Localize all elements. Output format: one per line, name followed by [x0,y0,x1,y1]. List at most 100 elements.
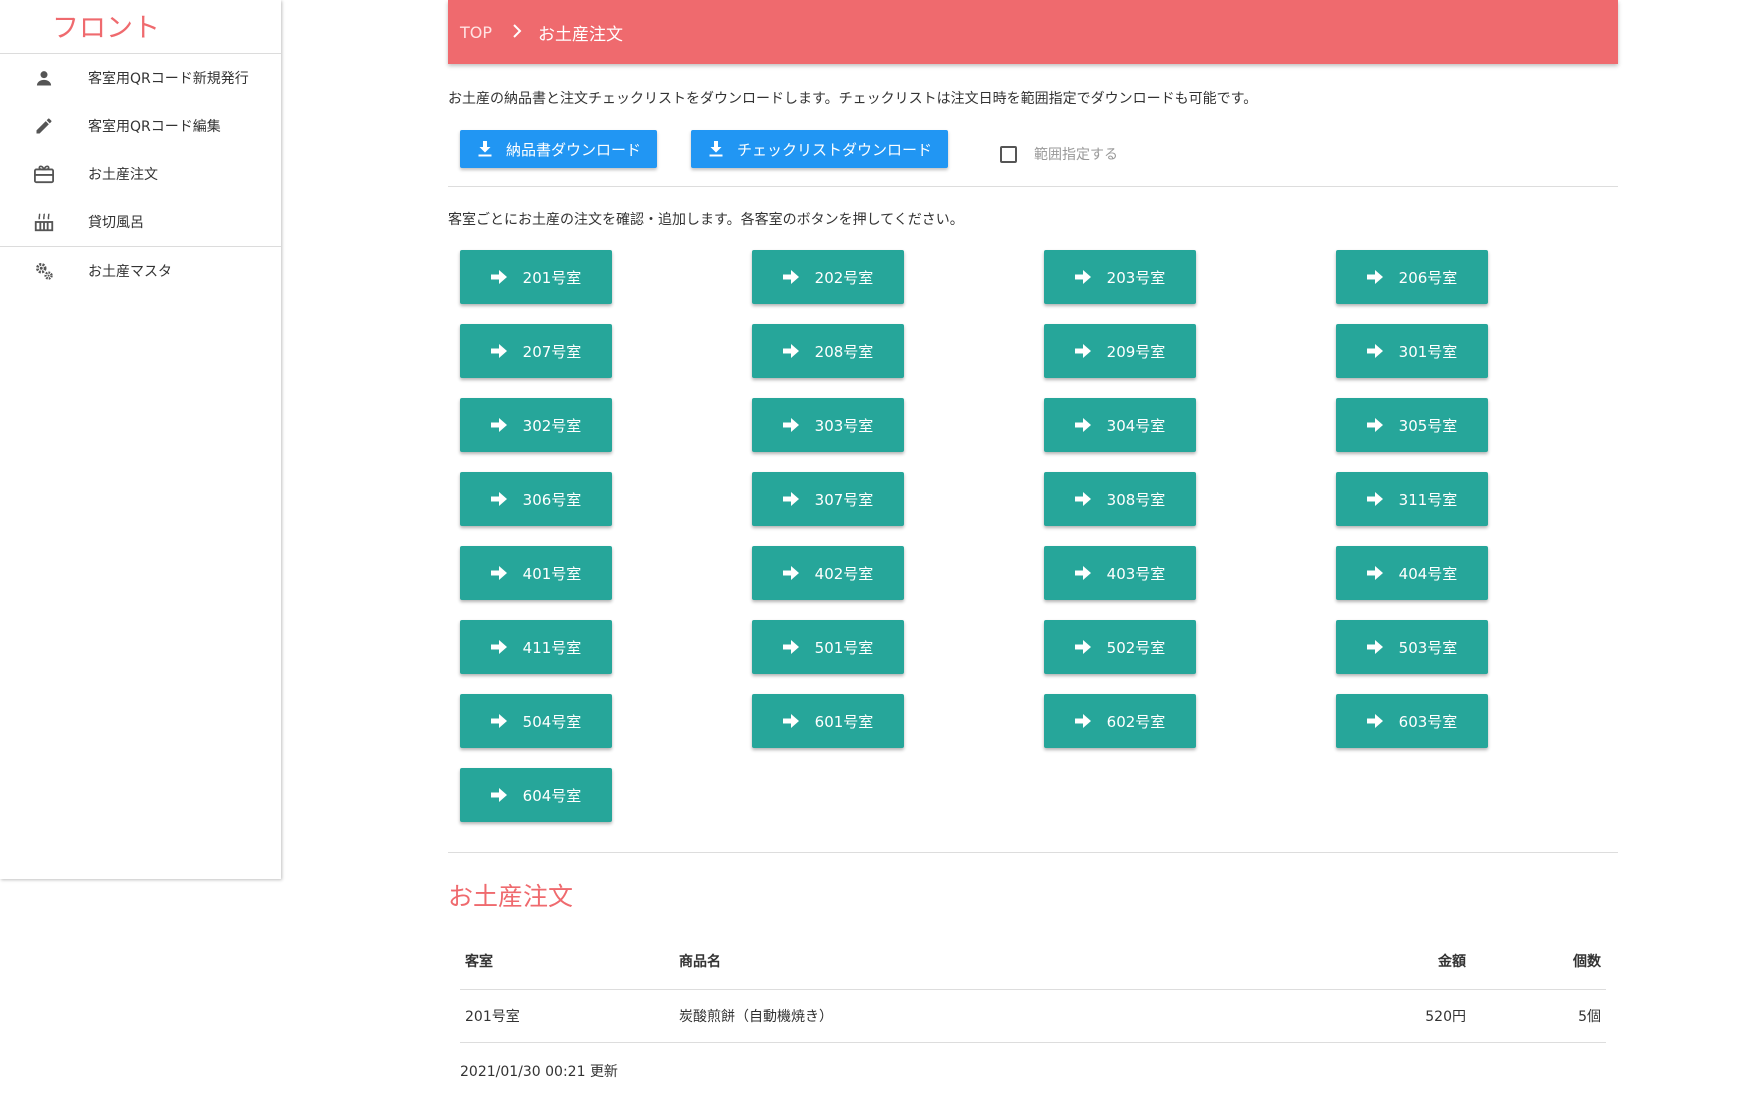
room-button[interactable]: 303号室 [752,398,904,452]
sidebar-item-souvenir-master[interactable]: お土産マスタ [0,247,281,295]
arrow-right-icon [782,418,799,432]
room-button[interactable]: 311号室 [1336,472,1488,526]
room-button-label: 301号室 [1398,342,1458,361]
room-button[interactable]: 402号室 [752,546,904,600]
sidebar-item-label: お土産マスタ [88,264,172,280]
room-button[interactable]: 308号室 [1044,472,1196,526]
orders-table: 客室 商品名 金額 個数 201号室 炭酸煎餅（自動機焼き） 520円 5個 [460,933,1606,1043]
room-button[interactable]: 504号室 [460,694,612,748]
download-invoice-label: 納品書ダウンロード [506,141,642,159]
sidebar-item-label: 貸切風呂 [88,215,144,231]
room-button-label: 403号室 [1106,564,1166,583]
download-icon [709,141,723,157]
room-cell: 502号室 [1044,620,1336,674]
room-button[interactable]: 202号室 [752,250,904,304]
room-cell: 305号室 [1336,398,1628,452]
download-icon [478,141,492,157]
room-cell: 202号室 [752,250,1044,304]
range-checkbox-wrap[interactable]: 範囲指定する [1000,144,1118,164]
room-button[interactable]: 502号室 [1044,620,1196,674]
room-button[interactable]: 411号室 [460,620,612,674]
room-cell: 303号室 [752,398,1044,452]
arrow-right-icon [1366,270,1383,284]
room-button-label: 202号室 [814,268,874,287]
room-button[interactable]: 604号室 [460,768,612,822]
room-cell: 209号室 [1044,324,1336,378]
cell-product: 炭酸煎餅（自動機焼き） [674,989,1341,1043]
download-checklist-label: チェックリストダウンロード [737,141,933,159]
room-cell: 302号室 [460,398,752,452]
arrow-right-icon [490,640,507,654]
room-button-label: 207号室 [522,342,582,361]
room-button[interactable]: 601号室 [752,694,904,748]
room-button[interactable]: 302号室 [460,398,612,452]
room-cell: 403号室 [1044,546,1336,600]
room-button[interactable]: 209号室 [1044,324,1196,378]
room-button[interactable]: 208号室 [752,324,904,378]
gears-icon [31,258,57,284]
room-button[interactable]: 602号室 [1044,694,1196,748]
room-button-label: 206号室 [1398,268,1458,287]
room-button-label: 308号室 [1106,490,1166,509]
sidebar: フロント 客室用QRコード新規発行 客室用QRコード編集 お土産注文 貸切風呂 … [0,0,281,879]
sidebar-item-qr-new[interactable]: 客室用QRコード新規発行 [0,54,281,102]
range-checkbox[interactable] [1000,145,1018,163]
table-header-row: 客室 商品名 金額 個数 [460,933,1606,990]
room-cell: 207号室 [460,324,752,378]
room-cell: 311号室 [1336,472,1628,526]
room-button-label: 311号室 [1398,490,1458,509]
arrow-right-icon [782,566,799,580]
range-checkbox-label: 範囲指定する [1034,147,1119,163]
room-button[interactable]: 501号室 [752,620,904,674]
room-button[interactable]: 404号室 [1336,546,1488,600]
breadcrumb-top-link[interactable]: TOP [460,23,492,42]
arrow-right-icon [490,492,507,506]
room-button-label: 604号室 [522,786,582,805]
room-button-label: 404号室 [1398,564,1458,583]
room-button[interactable]: 307号室 [752,472,904,526]
room-button[interactable]: 503号室 [1336,620,1488,674]
room-button[interactable]: 305号室 [1336,398,1488,452]
sidebar-item-private-bath[interactable]: 貸切風呂 [0,198,281,246]
room-button[interactable]: 306号室 [460,472,612,526]
sidebar-item-souvenir-order[interactable]: お土産注文 [0,150,281,198]
room-button-label: 201号室 [522,268,582,287]
arrow-right-icon [490,566,507,580]
pencil-icon [31,113,57,139]
room-button-label: 603号室 [1398,712,1458,731]
arrow-right-icon [782,492,799,506]
room-button-label: 208号室 [814,342,874,361]
download-checklist-button[interactable]: チェックリストダウンロード [691,130,949,168]
chevron-right-icon [512,22,522,43]
room-button-label: 302号室 [522,416,582,435]
sidebar-item-qr-edit[interactable]: 客室用QRコード編集 [0,102,281,150]
arrow-right-icon [490,270,507,284]
room-button[interactable]: 206号室 [1336,250,1488,304]
room-button[interactable]: 301号室 [1336,324,1488,378]
column-header-qty: 個数 [1471,933,1606,990]
arrow-right-icon [1074,566,1091,580]
arrow-right-icon [1074,270,1091,284]
arrow-right-icon [1074,418,1091,432]
arrow-right-icon [1074,714,1091,728]
room-button[interactable]: 207号室 [460,324,612,378]
room-button-label: 304号室 [1106,416,1166,435]
arrow-right-icon [490,788,507,802]
room-button-label: 501号室 [814,638,874,657]
room-button[interactable]: 403号室 [1044,546,1196,600]
room-button[interactable]: 401号室 [460,546,612,600]
room-button[interactable]: 201号室 [460,250,612,304]
arrow-right-icon [782,640,799,654]
room-cell: 503号室 [1336,620,1628,674]
sidebar-item-label: 客室用QRコード新規発行 [88,71,249,87]
room-button[interactable]: 603号室 [1336,694,1488,748]
room-button[interactable]: 304号室 [1044,398,1196,452]
column-header-price: 金額 [1341,933,1471,990]
room-cell: 604号室 [460,768,752,822]
room-button[interactable]: 203号室 [1044,250,1196,304]
room-button-label: 602号室 [1106,712,1166,731]
column-header-room: 客室 [460,933,674,990]
room-button-label: 402号室 [814,564,874,583]
download-invoice-button[interactable]: 納品書ダウンロード [460,130,658,168]
last-updated: 2021/01/30 00:21 更新 [460,1064,618,1080]
